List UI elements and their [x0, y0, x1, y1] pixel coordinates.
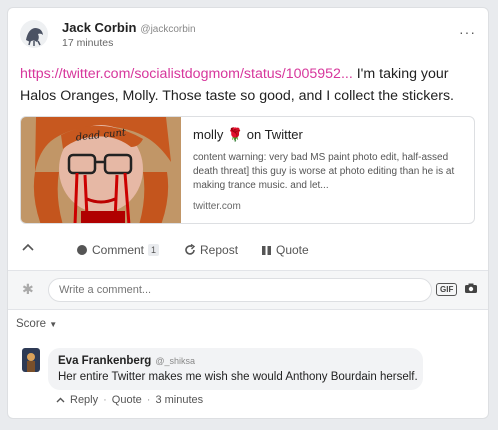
comment-quote-button[interactable]: Quote: [112, 394, 142, 406]
user-avatar-icon: ✱: [22, 281, 34, 297]
gif-button[interactable]: GIF: [436, 283, 458, 296]
post-actions: Comment 1 Repost Quote: [20, 240, 476, 262]
sort-dropdown[interactable]: Score ▼: [16, 318, 57, 330]
repost-button[interactable]: Repost: [184, 243, 238, 257]
link-preview-description: content warning: very bad MS paint photo…: [193, 152, 455, 191]
repost-icon: [185, 244, 196, 255]
comment-button[interactable]: Comment 1: [76, 243, 160, 257]
comment-composer: ✱ GIF: [8, 270, 488, 310]
link-preview-url[interactable]: twitter.com: [193, 201, 241, 212]
collapse-chevron-icon[interactable]: [22, 243, 34, 251]
comment-time[interactable]: 3 minutes: [155, 394, 203, 406]
comment-label: Comment: [92, 243, 145, 257]
reply-button[interactable]: Reply: [70, 394, 98, 406]
author-avatar[interactable]: [20, 20, 48, 48]
comment-icon: [77, 245, 87, 255]
author-handle: @jackcorbin: [140, 24, 196, 35]
comment-input[interactable]: [48, 278, 432, 302]
commenter-avatar[interactable]: [22, 348, 40, 372]
link-preview-image: dead cunt: [21, 117, 181, 223]
post-header: Jack Corbin @jackcorbin 17 minutes ···: [20, 18, 476, 54]
quote-icon: [262, 246, 271, 255]
sort-label: Score: [16, 318, 47, 330]
post-body: https://twitter.com/socialistdogmom/stat…: [20, 63, 480, 107]
comment-text: Her entire Twitter makes me wish she wou…: [58, 371, 418, 383]
link-preview-card[interactable]: dead cunt molly 🌹 on Twitter content war…: [20, 116, 475, 224]
post-time[interactable]: 17 minutes: [62, 37, 113, 49]
post-link[interactable]: https://twitter.com/socialistdogmom/stat…: [20, 66, 353, 82]
post-card: Jack Corbin @jackcorbin 17 minutes ··· ht…: [7, 7, 489, 419]
repost-label: Repost: [200, 243, 239, 257]
quote-button[interactable]: Quote: [262, 243, 309, 257]
camera-icon[interactable]: [465, 282, 477, 296]
quote-label: Quote: [276, 243, 309, 257]
link-preview-title[interactable]: molly 🌹 on Twitter: [193, 127, 303, 143]
chevron-up-icon[interactable]: [56, 397, 65, 403]
comment-actions: Reply · Quote · 3 minutes: [56, 394, 203, 406]
commenter-name[interactable]: Eva Frankenberg @_shiksa: [58, 355, 195, 367]
commenter-handle: @_shiksa: [155, 356, 195, 366]
caret-down-icon: ▼: [49, 320, 58, 329]
comment-count-badge: 1: [148, 244, 160, 256]
comment-bubble: Eva Frankenberg @_shiksa Her entire Twitt…: [48, 348, 423, 390]
separator-dot: ·: [146, 394, 151, 406]
separator-dot: ·: [103, 394, 107, 406]
more-options-icon[interactable]: ···: [459, 24, 476, 40]
author-name[interactable]: Jack Corbin @jackcorbin: [62, 20, 196, 35]
